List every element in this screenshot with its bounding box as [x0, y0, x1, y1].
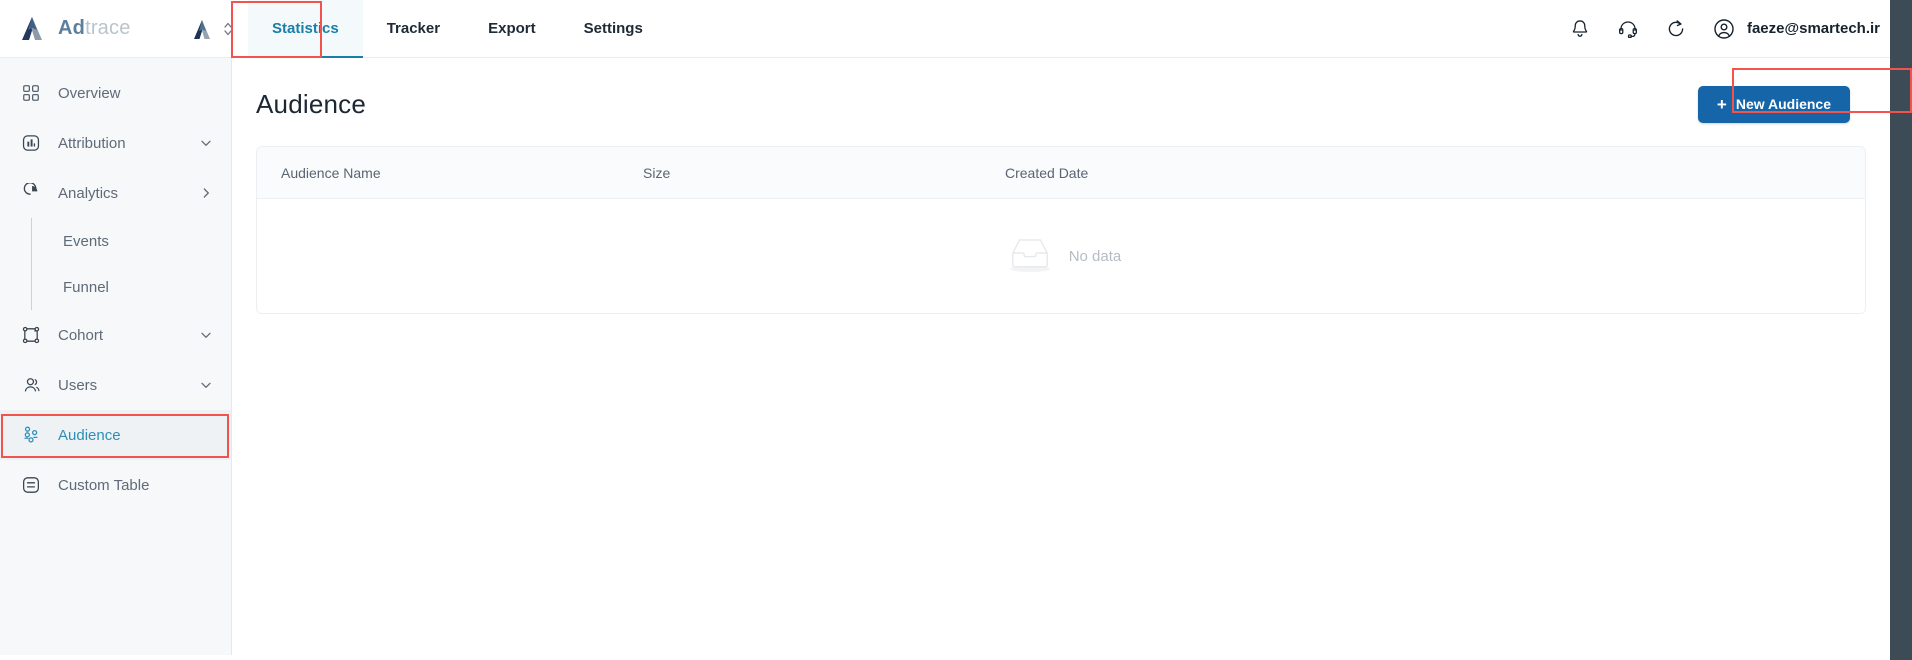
sidebar-item-funnel-label: Funnel	[63, 278, 109, 296]
adtrace-logo-icon	[18, 14, 48, 44]
brand-name-second: trace	[85, 17, 131, 39]
tab-settings-label: Settings	[583, 20, 643, 37]
page-title: Audience	[256, 88, 367, 119]
tab-statistics-label: Statistics	[272, 20, 339, 37]
table-header-row: Audience Name Size Created Date	[257, 147, 1865, 199]
sidebar-item-overview[interactable]: Overview	[0, 68, 231, 118]
chevron-down-icon	[199, 378, 213, 392]
audience-icon	[20, 424, 42, 446]
top-nav-tabs: Statistics Tracker Export Settings	[248, 0, 667, 58]
grid-icon	[20, 82, 42, 104]
new-audience-button-label: New Audience	[1735, 96, 1831, 112]
tab-tracker[interactable]: Tracker	[363, 0, 464, 58]
chevron-up-down-icon	[222, 18, 234, 40]
sidebar-item-funnel[interactable]: Funnel	[32, 264, 231, 310]
sidebar-item-audience[interactable]: Audience	[0, 410, 231, 460]
sidebar-item-users-label: Users	[58, 376, 98, 394]
brand-name-first: Ad	[58, 17, 86, 39]
chevron-right-icon	[199, 186, 213, 200]
bar-chart-icon	[20, 132, 42, 154]
empty-state: No data	[1001, 234, 1122, 279]
table-body: No data	[257, 199, 1865, 313]
app-avatar-icon	[190, 16, 216, 42]
sidebar-item-overview-label: Overview	[58, 84, 121, 102]
tab-statistics[interactable]: Statistics	[248, 0, 363, 58]
sidebar-item-custom-table-label: Custom Table	[58, 476, 150, 494]
brand-wordmark: Adtrace	[58, 17, 131, 40]
sidebar-subnav-analytics: Events Funnel	[31, 218, 231, 310]
top-header: Adtrace Statistics Tracker Export Settin…	[0, 0, 1890, 58]
chevron-down-icon	[199, 136, 213, 150]
user-email: faeze@smartech.ir	[1746, 20, 1880, 37]
sidebar-item-cohort-label: Cohort	[58, 326, 104, 344]
empty-tray-icon	[1001, 234, 1059, 279]
pie-chart-icon	[20, 182, 42, 204]
sidebar-item-custom-table[interactable]: Custom Table	[0, 460, 231, 510]
empty-state-label: No data	[1068, 247, 1122, 265]
tab-export-label: Export	[488, 20, 536, 37]
sidebar-item-analytics[interactable]: Analytics	[0, 168, 231, 218]
column-header-audience-name: Audience Name	[281, 164, 381, 181]
sidebar-item-users[interactable]: Users	[0, 360, 231, 410]
browser-scrollbar-band[interactable]	[1890, 0, 1912, 660]
user-menu[interactable]: faeze@smartech.ir	[1711, 16, 1882, 42]
app-root: Adtrace Statistics Tracker Export Settin…	[0, 0, 1912, 660]
refresh-icon[interactable]	[1663, 16, 1689, 42]
sidebar-item-cohort[interactable]: Cohort	[0, 310, 231, 360]
column-header-size: Size	[643, 164, 671, 181]
bell-icon[interactable]	[1567, 16, 1593, 42]
sidebar-item-attribution[interactable]: Attribution	[0, 118, 231, 168]
new-audience-button[interactable]: + New Audience	[1697, 85, 1850, 123]
sidebar-item-analytics-label: Analytics	[58, 184, 119, 202]
page-header: Audience + New Audience	[232, 58, 1890, 126]
cohort-icon	[20, 324, 42, 346]
users-icon	[20, 374, 42, 396]
table-icon	[20, 474, 42, 496]
main-content: Audience + New Audience Audience Name Si…	[232, 58, 1890, 660]
top-header-actions: faeze@smartech.ir	[1567, 16, 1890, 42]
tab-settings[interactable]: Settings	[560, 0, 667, 58]
plus-icon: +	[1716, 94, 1727, 114]
sidebar-item-events[interactable]: Events	[32, 218, 231, 264]
sidebar-item-events-label: Events	[63, 232, 109, 250]
user-circle-icon	[1711, 16, 1737, 42]
bottom-strip	[0, 655, 1890, 660]
audience-table-card: Audience Name Size Created Date No data	[256, 146, 1866, 314]
sidebar-item-audience-label: Audience	[58, 426, 121, 444]
sidebar-item-attribution-label: Attribution	[58, 134, 126, 152]
brand-logo[interactable]: Adtrace	[0, 14, 190, 44]
app-selector[interactable]	[190, 16, 248, 42]
headset-icon[interactable]	[1615, 16, 1641, 42]
chevron-down-icon	[199, 328, 213, 342]
column-header-created-date: Created Date	[1005, 164, 1089, 181]
sidebar: Overview Attribution Analytics Events Fu…	[0, 58, 232, 655]
tab-export[interactable]: Export	[464, 0, 560, 58]
tab-tracker-label: Tracker	[386, 20, 441, 37]
